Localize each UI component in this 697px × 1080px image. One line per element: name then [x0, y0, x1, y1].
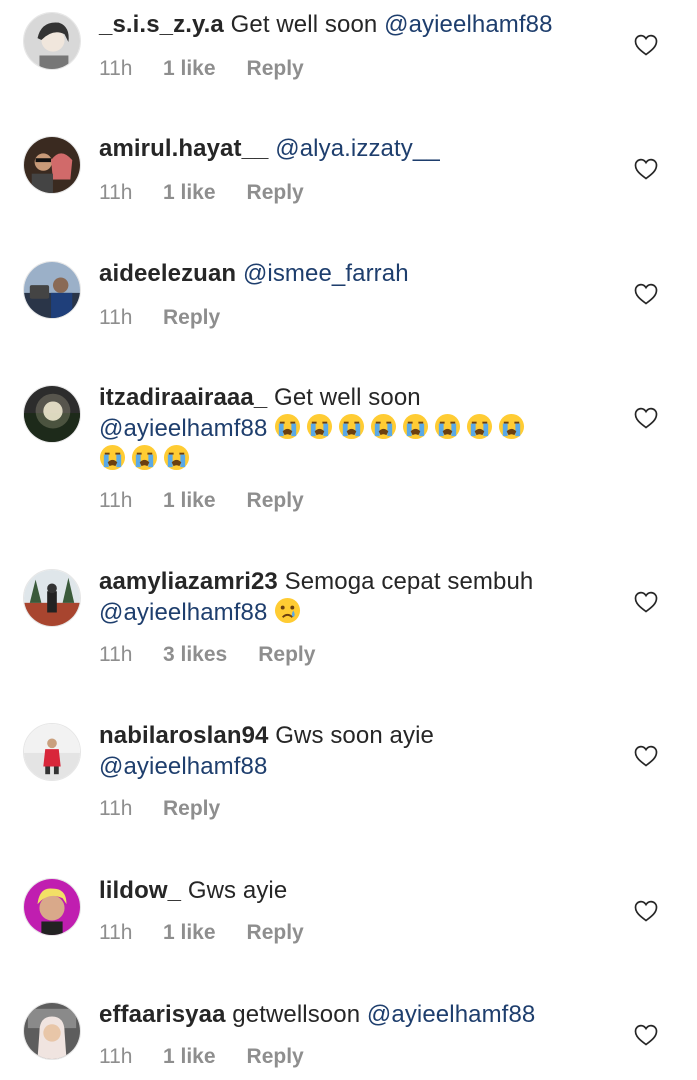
comment-message [236, 260, 243, 287]
comment-text: amirul.hayat__ @alya.izzaty__ [99, 133, 609, 164]
comment-username[interactable]: effaarisyaa [99, 1001, 226, 1028]
comment-username[interactable]: _s.i.s_z.y.a [99, 11, 224, 38]
loudly-crying-face-icon [402, 413, 429, 440]
loudly-crying-face-icon [131, 444, 158, 471]
comment-meta: 11h 1 like Reply [99, 489, 304, 513]
comment-likes[interactable]: 1 like [163, 489, 216, 513]
comment-meta: 11h Reply [99, 306, 220, 330]
comment-text: itzadiraairaaa_ Get well soon @ayieelham… [99, 382, 609, 475]
comment-text: nabilaroslan94 Gws soon ayie @ayieelhamf… [99, 720, 609, 782]
comment-likes[interactable]: 1 like [163, 181, 216, 205]
reply-button[interactable]: Reply [163, 797, 220, 821]
loudly-crying-face-icon [338, 413, 365, 440]
comment-mention[interactable]: @alya.izzaty__ [275, 135, 440, 162]
avatar[interactable] [23, 136, 81, 194]
heart-outline-icon[interactable] [634, 158, 658, 180]
heart-outline-icon[interactable] [634, 34, 658, 56]
loudly-crying-face-icon [163, 444, 190, 471]
comment-meta: 11h 1 like Reply [99, 57, 304, 81]
comment-meta: 11h 1 like Reply [99, 1045, 304, 1069]
reply-button[interactable]: Reply [247, 921, 304, 945]
comment-time: 11h [99, 1045, 133, 1068]
comment-likes[interactable]: 1 like [163, 1045, 216, 1069]
heart-outline-icon[interactable] [634, 745, 658, 767]
comment-message: Semoga cepat sembuh [277, 568, 534, 595]
comment-username[interactable]: aamyliazamri23 [99, 568, 278, 595]
comment-message: Gws soon ayie [268, 722, 434, 749]
comment-mention[interactable]: @ayieelhamf88 [367, 1001, 535, 1028]
comment-mention[interactable]: @ismee_farrah [243, 260, 409, 287]
comment-text: effaarisyaa getwellsoon @ayieelhamf88 [99, 999, 609, 1030]
avatar[interactable] [23, 385, 81, 443]
comment-likes[interactable]: 1 like [163, 921, 216, 945]
loudly-crying-face-icon [306, 413, 333, 440]
comment-message: Gws ayie [181, 877, 288, 904]
avatar[interactable] [23, 878, 81, 936]
heart-outline-icon[interactable] [634, 900, 658, 922]
reply-button[interactable]: Reply [247, 181, 304, 205]
comment-meta: 11h 3 likes Reply [99, 643, 315, 667]
comment-meta: 11h 1 like Reply [99, 921, 304, 945]
reply-button[interactable]: Reply [247, 57, 304, 81]
loudly-crying-face-icon [370, 413, 397, 440]
comment-time: 11h [99, 643, 133, 666]
reply-button[interactable]: Reply [163, 306, 220, 330]
loudly-crying-face-icon [99, 444, 126, 471]
heart-outline-icon[interactable] [634, 1024, 658, 1046]
comment-username[interactable]: amirul.hayat__ [99, 135, 268, 162]
comment-text: aideelezuan @ismee_farrah [99, 258, 609, 289]
comment-username[interactable]: nabilaroslan94 [99, 722, 268, 749]
comment-message: Get well soon [223, 11, 385, 38]
loudly-crying-face-icon [274, 413, 301, 440]
loudly-crying-face-icon [466, 413, 493, 440]
comment-username[interactable]: lildow_ [99, 877, 181, 904]
comment-username[interactable]: itzadiraairaaa_ [99, 384, 267, 411]
comment-text: lildow_ Gws ayie [99, 875, 609, 906]
reply-button[interactable]: Reply [247, 489, 304, 513]
comment-time: 11h [99, 921, 133, 944]
heart-outline-icon[interactable] [634, 591, 658, 613]
comment-likes[interactable]: 3 likes [163, 643, 227, 667]
loudly-crying-face-icon [498, 413, 525, 440]
avatar[interactable] [23, 569, 81, 627]
comment-mention[interactable]: @ayieelhamf88 [99, 415, 267, 442]
crying-face-icon [274, 597, 301, 624]
comment-text: _s.i.s_z.y.a Get well soon @ayieelhamf88 [99, 9, 609, 40]
avatar[interactable] [23, 1002, 81, 1060]
heart-outline-icon[interactable] [634, 407, 658, 429]
avatar[interactable] [23, 723, 81, 781]
comment-meta: 11h Reply [99, 797, 220, 821]
comment-likes[interactable]: 1 like [163, 57, 216, 81]
loudly-crying-face-icon [434, 413, 461, 440]
comment-mention[interactable]: @ayieelhamf88 [99, 599, 267, 626]
comment-time: 11h [99, 797, 133, 820]
comment-text: aamyliazamri23 Semoga cepat sembuh @ayie… [99, 566, 609, 628]
avatar[interactable] [23, 261, 81, 319]
comment-message: getwellsoon [225, 1001, 367, 1028]
comment-time: 11h [99, 306, 133, 329]
reply-button[interactable]: Reply [258, 643, 315, 667]
comment-meta: 11h 1 like Reply [99, 181, 304, 205]
heart-outline-icon[interactable] [634, 283, 658, 305]
comment-username[interactable]: aideelezuan [99, 260, 236, 287]
comment-message: Get well soon [267, 384, 421, 411]
comment-mention[interactable]: @ayieelhamf88 [384, 11, 552, 38]
comment-mention[interactable]: @ayieelhamf88 [99, 753, 267, 780]
comment-time: 11h [99, 181, 133, 204]
comment-time: 11h [99, 57, 133, 80]
avatar[interactable] [23, 12, 81, 70]
comment-time: 11h [99, 489, 133, 512]
reply-button[interactable]: Reply [247, 1045, 304, 1069]
